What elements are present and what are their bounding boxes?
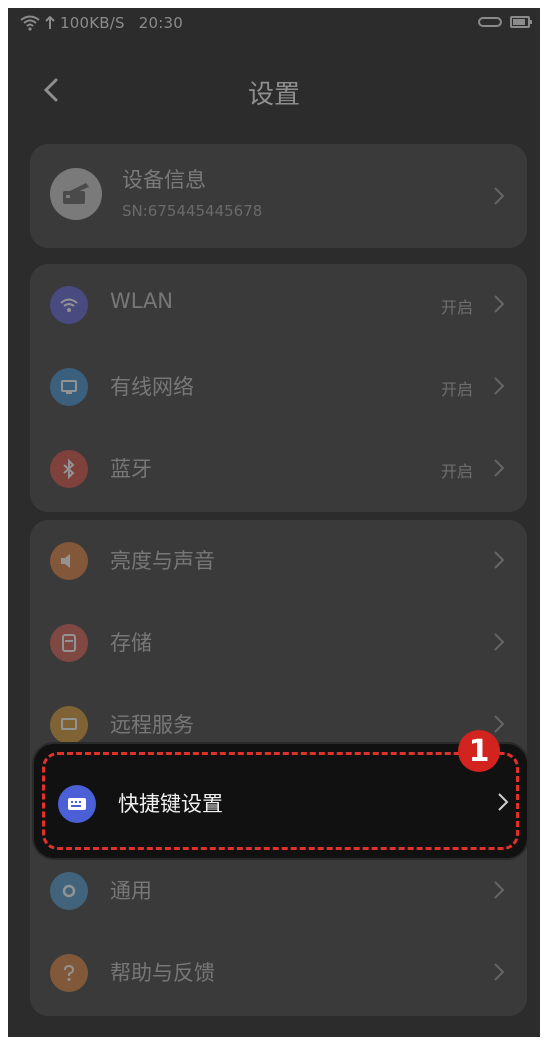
chevron-right-icon (494, 295, 505, 313)
settings-item-label: 远程服务 (110, 713, 194, 737)
page-title: 设置 (247, 80, 300, 110)
network-card: WLAN 开启 有线网络 开启 蓝牙 开启 (30, 264, 527, 512)
settings-item-wired-network[interactable]: 有线网络 开启 (30, 346, 527, 428)
status-bar: 100KB/S 20:30 (8, 8, 540, 42)
vibrate-icon (478, 17, 502, 27)
device-title: 设备信息 (122, 168, 206, 192)
settings-item-label: WLAN (110, 289, 174, 313)
step-badge: 1 (458, 730, 500, 772)
settings-item-label: 蓝牙 (110, 457, 152, 481)
settings-item-wlan[interactable]: WLAN 开启 (30, 264, 527, 346)
chevron-right-icon (494, 881, 505, 899)
keyboard-icon (58, 785, 96, 823)
settings-item-brightness-sound[interactable]: 亮度与声音 (30, 520, 527, 602)
storage-icon (50, 624, 88, 662)
speaker-icon (50, 542, 88, 580)
chevron-right-icon (494, 551, 505, 569)
upload-arrow-icon (45, 15, 55, 29)
network-speed: 100KB/S (60, 14, 125, 32)
device-icon (50, 168, 102, 220)
gear-icon (50, 872, 88, 910)
monitor-icon (50, 706, 88, 744)
settings-item-label: 通用 (110, 879, 152, 903)
battery-icon (510, 16, 532, 28)
printer-icon (63, 183, 89, 204)
highlighted-shortcut-row[interactable]: 快捷键设置 (32, 742, 529, 860)
settings-item-label: 有线网络 (110, 375, 194, 399)
status-time: 20:30 (138, 14, 183, 32)
device-serial: SN:675445445678 (122, 202, 263, 220)
help-icon (50, 954, 88, 992)
wifi-icon (50, 286, 88, 324)
page-header: 设置 (8, 60, 540, 120)
settings-item-shortcut-keys[interactable]: 快捷键设置 (34, 744, 531, 862)
chevron-right-icon (494, 187, 505, 205)
settings-item-help-feedback[interactable]: 帮助与反馈 (30, 932, 527, 1014)
phone-screen: 100KB/S 20:30 设置 设备信息 SN:675445445678 WL… (8, 8, 540, 1037)
bluetooth-icon (50, 450, 88, 488)
settings-item-label: 亮度与声音 (110, 549, 215, 573)
settings-item-label: 快捷键设置 (118, 792, 223, 816)
settings-item-label: 帮助与反馈 (110, 961, 215, 985)
chevron-right-icon (494, 963, 505, 981)
settings-item-general[interactable]: 通用 (30, 850, 527, 932)
chevron-right-icon (494, 377, 505, 395)
settings-item-value: 开启 (440, 298, 473, 317)
chevron-right-icon (494, 459, 505, 477)
settings-item-value: 开启 (440, 380, 473, 399)
settings-item-storage[interactable]: 存储 (30, 602, 527, 684)
settings-item-bluetooth[interactable]: 蓝牙 开启 (30, 428, 527, 510)
wifi-icon (20, 15, 40, 31)
chevron-right-icon (498, 793, 509, 811)
settings-item-label: 存储 (110, 631, 152, 655)
device-info-card[interactable]: 设备信息 SN:675445445678 (30, 144, 527, 248)
chevron-right-icon (494, 715, 505, 733)
settings-item-value: 开启 (440, 462, 473, 481)
ethernet-icon (50, 368, 88, 406)
chevron-right-icon (494, 633, 505, 651)
